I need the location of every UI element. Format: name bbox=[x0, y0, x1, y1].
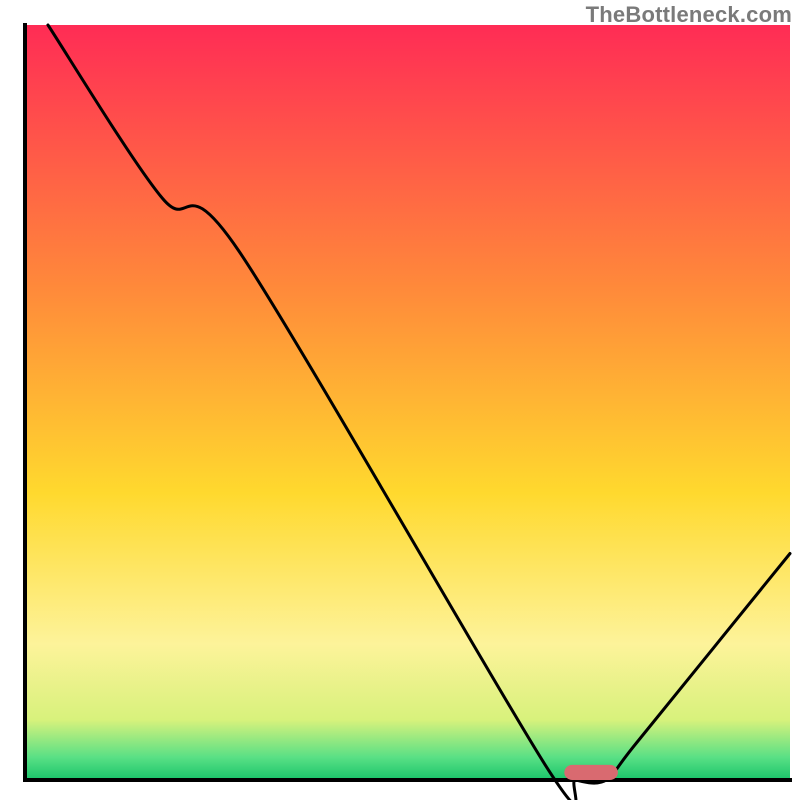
chart-stage: TheBottleneck.com bbox=[0, 0, 800, 800]
optimum-marker bbox=[564, 765, 618, 780]
bottleneck-chart bbox=[0, 0, 800, 800]
gradient-background bbox=[25, 25, 790, 780]
